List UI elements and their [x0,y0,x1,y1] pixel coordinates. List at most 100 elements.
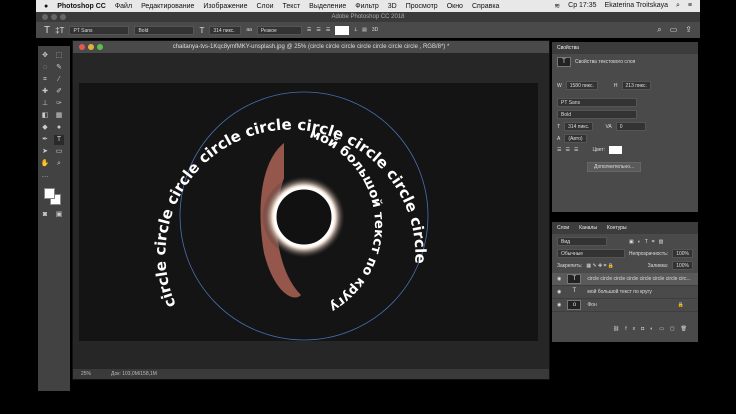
menu-3d[interactable]: 3D [388,3,397,10]
font-family-select[interactable]: PT Sans [69,25,130,35]
lock-icons[interactable]: ▦ ✎ ✥ ⌗ 🔒 [586,263,614,269]
search-icon[interactable]: ⌕ [676,2,680,10]
pen-icon[interactable]: ✒ [40,135,50,145]
more-options-button[interactable]: Дополнительно... [587,162,642,172]
font-style-select[interactable]: Bold [557,110,637,119]
canvas[interactable]: circle circle circle circle circle circl… [74,69,538,341]
apple-icon[interactable]: ● [44,3,48,10]
gradient-icon[interactable]: ▦ [54,111,64,121]
zoom-level[interactable]: 25% [81,369,91,379]
color-swatches[interactable] [38,186,70,210]
layer-action-icons[interactable]: ⛓fx◘◐▭▢🗑 [613,326,693,332]
tab-properties[interactable]: Свойства [557,42,579,54]
search-icon[interactable]: ⌕ [657,25,661,35]
eye-icon[interactable]: ◉ [557,289,561,295]
move-tool-icon[interactable]: ✥ [40,51,50,61]
layer-item[interactable]: ◉ Tмой большой текст по кругу [552,286,698,299]
font-style-select[interactable]: Bold [134,25,195,35]
type-tool-icon[interactable]: T [54,135,64,145]
font-size-select[interactable]: 314 пикс. [209,25,242,35]
minimize-button[interactable] [51,14,57,20]
orientation-icon[interactable]: ‡T [55,26,64,35]
marquee-tool-icon[interactable]: ⬚ [54,51,64,61]
screen-mode-icon[interactable]: ▣ [54,210,64,220]
history-brush-icon[interactable]: ✑ [54,99,64,109]
eye-icon[interactable]: ◉ [557,302,561,308]
3d-icon[interactable]: 3D [372,27,378,33]
blur-icon[interactable]: ◆ [40,123,50,133]
list-icon[interactable]: ≡ [688,2,692,10]
menu-app[interactable]: Photoshop CC [57,3,106,10]
blend-mode-select[interactable]: Обычные [557,249,625,258]
eye-icon[interactable]: ◉ [557,276,561,282]
menu-image[interactable]: Изображение [203,3,247,10]
layer-item[interactable]: ◉ Tcircle circle circle circle circle cir… [552,273,698,286]
height-field[interactable]: 213 пикс. [621,81,651,90]
wifi-icon[interactable]: ≋ [554,2,560,10]
hand-icon[interactable]: ✋ [40,159,50,169]
align-right-icon[interactable]: ☰ [326,27,330,33]
menu-select[interactable]: Выделение [309,3,346,10]
user-name[interactable]: Ekaterina Troitskaya [605,2,668,10]
antialias-select[interactable]: Резкое [256,25,302,35]
doc-close-button[interactable] [79,44,85,50]
brush-icon[interactable]: ✐ [54,87,64,97]
text-color-swatch[interactable] [335,25,350,35]
warp-text-icon[interactable]: Ʇ [354,27,357,33]
tab-layers[interactable]: Слои [557,222,569,234]
align-left-icon[interactable]: ☰ [307,27,311,33]
eyedropper-icon[interactable]: ⁄ [54,75,64,85]
opacity-field[interactable]: 100% [672,249,693,258]
tab-channels[interactable]: Каналы [579,222,597,234]
healing-icon[interactable]: ✚ [40,87,50,97]
dodge-icon[interactable]: ● [54,123,64,133]
quick-select-icon[interactable]: ✎ [54,63,64,73]
lasso-tool-icon[interactable]: ◌ [40,63,50,73]
color-swatch[interactable] [609,146,623,154]
fill-field[interactable]: 100% [672,261,693,270]
more-tools-icon[interactable]: … [40,171,50,181]
menu-window[interactable]: Окно [447,3,463,10]
shape-icon[interactable]: ▭ [54,147,64,157]
layer-actions[interactable]: ⛓fx◘◐▭▢🗑 [557,326,693,332]
menu-layer[interactable]: Слои [257,3,274,10]
quick-mask-icon[interactable]: ◙ [40,210,50,220]
eraser-icon[interactable]: ◧ [40,111,50,121]
path-select-icon[interactable]: ➤ [40,147,50,157]
doc-zoom-button[interactable] [97,44,103,50]
menu-edit[interactable]: Редактирование [141,3,194,10]
filter-icons[interactable]: ▣◐T⌗▨ [629,239,667,245]
font-family-select[interactable]: PT Sans [557,98,637,107]
menu-view[interactable]: Просмотр [406,3,438,10]
menu-type[interactable]: Текст [283,3,301,10]
font-size-select[interactable]: 314 пикс. [564,122,594,131]
stamp-icon[interactable]: ⊥ [40,99,50,109]
crop-tool-icon[interactable]: ⌗ [40,75,50,85]
doc-info[interactable]: Док: 103,0M/158,1M [111,369,157,379]
tracking-select[interactable]: 0 [615,122,646,131]
workspace-icon[interactable]: ▭ [670,25,678,35]
clock[interactable]: Ср 17:35 [568,2,596,10]
close-button[interactable] [42,14,48,20]
zoom-icon[interactable]: ⌕ [54,159,64,169]
align-center-icon[interactable]: ☰ [565,147,569,153]
layer-filter-select[interactable]: Вид [557,237,607,246]
share-icon[interactable]: ⇪ [685,25,692,35]
zoom-button[interactable] [60,14,66,20]
layer-item[interactable]: ◉ o Фон 🔒 [552,299,698,312]
text-tool-icon[interactable]: T [44,25,50,36]
align-left-icon[interactable]: ☰ [557,147,561,153]
doc-minimize-button[interactable] [88,44,94,50]
align-right-icon[interactable]: ☰ [574,147,578,153]
menu-help[interactable]: Справка [472,3,499,10]
leading-select[interactable]: (Авто) [564,134,587,143]
menu-file[interactable]: Файл [115,3,132,10]
panels-icon[interactable]: ▤ [362,27,367,33]
document-tab[interactable]: chaitanya-tvs-1Kqc8ymfMKY-unsplash.jpg @… [73,41,549,53]
layer-name[interactable]: circle circle circle circle circle circl… [587,276,690,282]
align-center-icon[interactable]: ☰ [316,27,320,33]
layer-name[interactable]: мой большой текст по кругу [587,289,651,295]
width-field[interactable]: 1580 пикс. [565,81,598,90]
layer-name[interactable]: Фон [587,302,596,308]
menu-filter[interactable]: Фильтр [355,3,379,10]
